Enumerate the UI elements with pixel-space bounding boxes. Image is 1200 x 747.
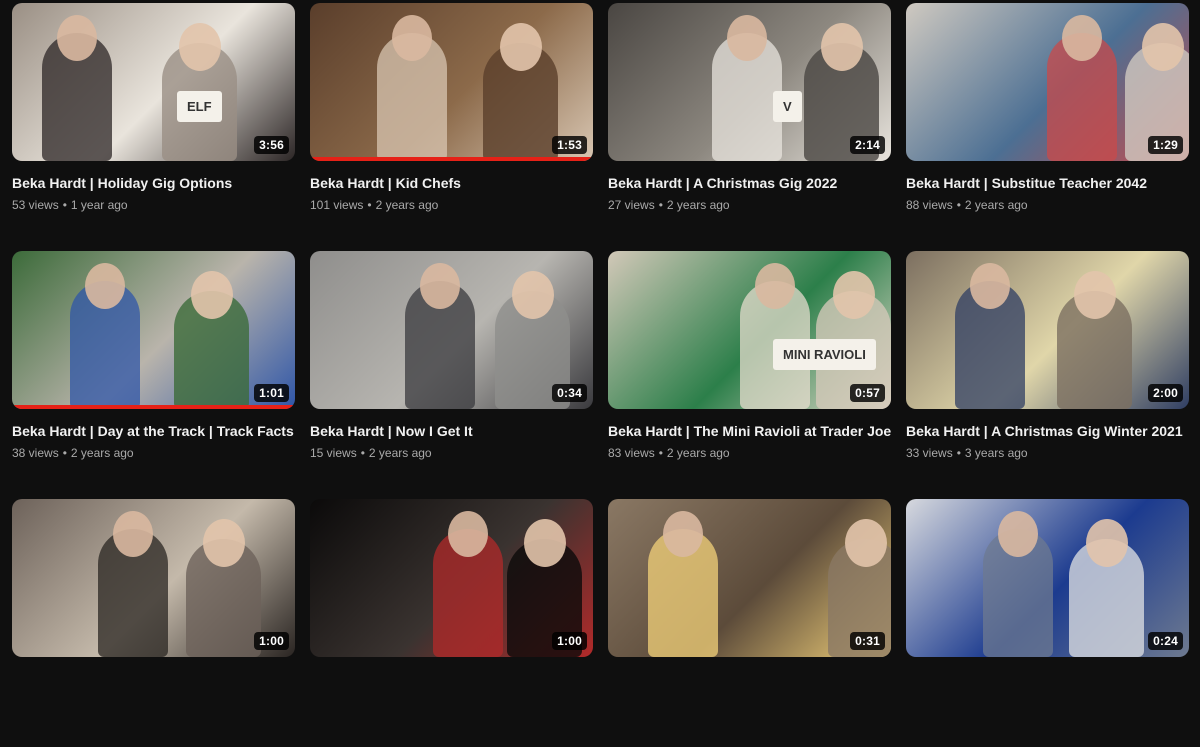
video-title[interactable]: Beka Hardt | A Christmas Gig Winter 2021	[906, 423, 1189, 440]
video-title[interactable]: Beka Hardt | Now I Get It	[310, 423, 593, 440]
thumbnail-image	[12, 3, 295, 161]
video-metadata: 83 views • 2 years ago	[608, 446, 891, 461]
thumbnail-image	[906, 3, 1189, 161]
upload-age: 2 years ago	[70, 446, 134, 460]
video-thumbnail[interactable]: 0:31	[608, 499, 891, 657]
view-count: 88 views	[906, 198, 953, 212]
upload-age: 2 years ago	[375, 198, 439, 212]
thumbnail-image	[310, 3, 593, 161]
video-card[interactable]: 0:34 Beka Hardt | Now I Get It 15 views • 2 …	[310, 251, 593, 499]
watch-progress-bar	[12, 405, 295, 409]
thumbnail-sign-text: ELF	[177, 91, 222, 122]
thumbnail-image	[12, 499, 295, 657]
video-duration-badge: 0:24	[1148, 632, 1183, 650]
video-thumbnail[interactable]: 0:24	[906, 499, 1189, 657]
upload-age: 2 years ago	[368, 446, 432, 460]
video-duration-badge: 0:31	[850, 632, 885, 650]
video-metadata: 101 views • 2 years ago	[310, 198, 593, 213]
video-metadata: 15 views • 2 years ago	[310, 446, 593, 461]
thumbnail-image	[906, 251, 1189, 409]
video-thumbnail[interactable]: 1:01	[12, 251, 295, 409]
thumbnail-sign-text: V	[773, 91, 802, 122]
video-card[interactable]: 1:00	[310, 499, 593, 747]
thumbnail-image	[608, 499, 891, 657]
video-duration-badge: 1:53	[552, 136, 587, 154]
separator-dot: •	[360, 446, 365, 460]
video-card[interactable]: 0:31	[608, 499, 891, 747]
video-thumbnail[interactable]: MINI RAVIOLI 0:57	[608, 251, 891, 409]
watch-progress-bar	[310, 157, 593, 161]
video-duration-badge: 2:14	[850, 136, 885, 154]
upload-age: 3 years ago	[964, 446, 1028, 460]
separator-dot: •	[658, 198, 663, 212]
separator-dot: •	[62, 198, 67, 212]
video-duration-badge: 2:00	[1148, 384, 1183, 402]
video-card[interactable]: 2:00 Beka Hardt | A Christmas Gig Winter …	[906, 251, 1189, 499]
video-title[interactable]: Beka Hardt | Substitue Teacher 2042	[906, 175, 1189, 192]
video-duration-badge: 1:00	[552, 632, 587, 650]
thumbnail-image	[608, 251, 891, 409]
upload-age: 2 years ago	[666, 198, 730, 212]
video-metadata: 53 views • 1 year ago	[12, 198, 295, 213]
video-title[interactable]: Beka Hardt | The Mini Ravioli at Trader …	[608, 423, 891, 440]
video-thumbnail[interactable]: V 2:14	[608, 3, 891, 161]
video-card[interactable]: 1:29 Beka Hardt | Substitue Teacher 2042 8…	[906, 3, 1189, 251]
video-title[interactable]: Beka Hardt | Day at the Track | Track Fa…	[12, 423, 295, 440]
video-title[interactable]: Beka Hardt | Kid Chefs	[310, 175, 593, 192]
video-title[interactable]: Beka Hardt | A Christmas Gig 2022	[608, 175, 891, 192]
video-thumbnail[interactable]: 1:29	[906, 3, 1189, 161]
thumbnail-image	[310, 499, 593, 657]
view-count: 101 views	[310, 198, 364, 212]
separator-dot: •	[62, 446, 67, 460]
upload-age: 2 years ago	[666, 446, 730, 460]
video-duration-badge: 0:57	[850, 384, 885, 402]
separator-dot: •	[956, 198, 961, 212]
video-duration-badge: 0:34	[552, 384, 587, 402]
separator-dot: •	[658, 446, 663, 460]
view-count: 83 views	[608, 446, 655, 460]
view-count: 38 views	[12, 446, 59, 460]
video-metadata: 38 views • 2 years ago	[12, 446, 295, 461]
video-thumbnail[interactable]: ELF 3:56	[12, 3, 295, 161]
view-count: 27 views	[608, 198, 655, 212]
upload-age: 2 years ago	[964, 198, 1028, 212]
video-grid: ELF 3:56 Beka Hardt | Holiday Gig Options 5…	[12, 3, 1189, 747]
video-thumbnail[interactable]: 1:00	[12, 499, 295, 657]
video-metadata: 33 views • 3 years ago	[906, 446, 1189, 461]
video-duration-badge: 1:00	[254, 632, 289, 650]
video-thumbnail[interactable]: 1:00	[310, 499, 593, 657]
video-metadata: 88 views • 2 years ago	[906, 198, 1189, 213]
video-duration-badge: 3:56	[254, 136, 289, 154]
view-count: 53 views	[12, 198, 59, 212]
thumbnail-image	[906, 499, 1189, 657]
separator-dot: •	[367, 198, 372, 212]
video-card[interactable]: V 2:14 Beka Hardt | A Christmas Gig 2022 27…	[608, 3, 891, 251]
thumbnail-image	[12, 251, 295, 409]
thumbnail-image	[608, 3, 891, 161]
video-metadata: 27 views • 2 years ago	[608, 198, 891, 213]
video-card[interactable]: ELF 3:56 Beka Hardt | Holiday Gig Options 5…	[12, 3, 295, 251]
video-thumbnail[interactable]: 0:34	[310, 251, 593, 409]
video-thumbnail[interactable]: 1:53	[310, 3, 593, 161]
video-duration-badge: 1:01	[254, 384, 289, 402]
view-count: 15 views	[310, 446, 357, 460]
video-thumbnail[interactable]: 2:00	[906, 251, 1189, 409]
video-card[interactable]: 1:00	[12, 499, 295, 747]
upload-age: 1 year ago	[70, 198, 128, 212]
video-card[interactable]: 1:01 Beka Hardt | Day at the Track | Trac…	[12, 251, 295, 499]
video-duration-badge: 1:29	[1148, 136, 1183, 154]
video-card[interactable]: MINI RAVIOLI 0:57 Beka Hardt | The Mini Ra…	[608, 251, 891, 499]
video-title[interactable]: Beka Hardt | Holiday Gig Options	[12, 175, 295, 192]
thumbnail-sign-text: MINI RAVIOLI	[773, 339, 876, 370]
video-card[interactable]: 0:24	[906, 499, 1189, 747]
view-count: 33 views	[906, 446, 953, 460]
separator-dot: •	[956, 446, 961, 460]
video-card[interactable]: 1:53 Beka Hardt | Kid Chefs 101 views • 2 ye…	[310, 3, 593, 251]
thumbnail-image	[310, 251, 593, 409]
